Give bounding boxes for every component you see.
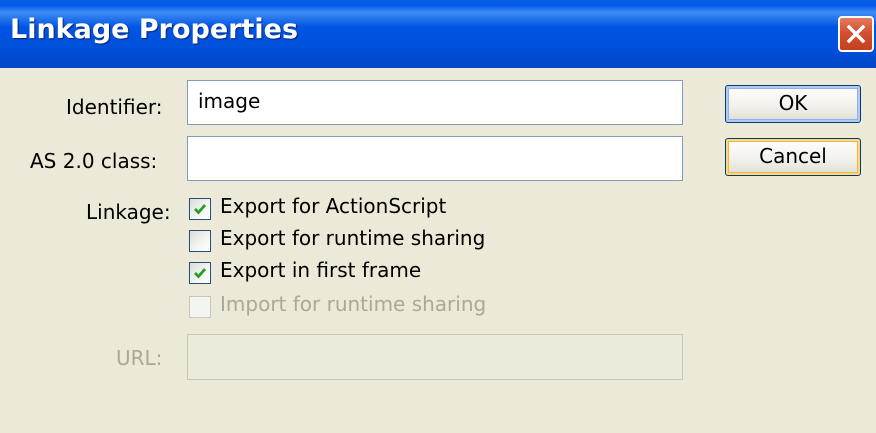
identifier-label: Identifier: [66, 95, 163, 119]
export-first-frame-label: Export in first frame [220, 258, 422, 282]
linkage-label: Linkage: [86, 200, 171, 224]
export-first-frame-option[interactable]: Export in first frame [189, 258, 489, 290]
checkmark-icon [194, 268, 207, 279]
close-button[interactable] [838, 16, 874, 52]
export-first-frame-checkbox[interactable] [189, 262, 211, 284]
export-actionscript-checkbox[interactable] [189, 198, 211, 220]
cancel-button[interactable]: Cancel [725, 138, 861, 176]
window-title: Linkage Properties [10, 14, 299, 45]
export-runtime-sharing-checkbox[interactable] [189, 230, 211, 252]
import-runtime-sharing-label: Import for runtime sharing [220, 292, 487, 316]
ok-button[interactable]: OK [725, 85, 861, 123]
url-label: URL: [116, 346, 163, 370]
export-actionscript-label: Export for ActionScript [220, 194, 447, 218]
identifier-value: image [198, 89, 261, 113]
class-input[interactable] [187, 136, 683, 181]
export-actionscript-option[interactable]: Export for ActionScript [189, 194, 489, 226]
class-label: AS 2.0 class: [30, 149, 158, 173]
export-runtime-sharing-option[interactable]: Export for runtime sharing [189, 226, 489, 258]
identifier-input[interactable]: image [187, 80, 683, 125]
title-bar[interactable]: Linkage Properties [0, 0, 876, 68]
export-runtime-sharing-label: Export for runtime sharing [220, 226, 486, 250]
import-runtime-sharing-checkbox [189, 296, 211, 318]
import-runtime-sharing-option: Import for runtime sharing [189, 292, 489, 324]
checkmark-icon [194, 204, 207, 215]
url-input [187, 334, 683, 380]
linkage-properties-dialog: Linkage Properties Identifier: image AS … [0, 0, 876, 433]
